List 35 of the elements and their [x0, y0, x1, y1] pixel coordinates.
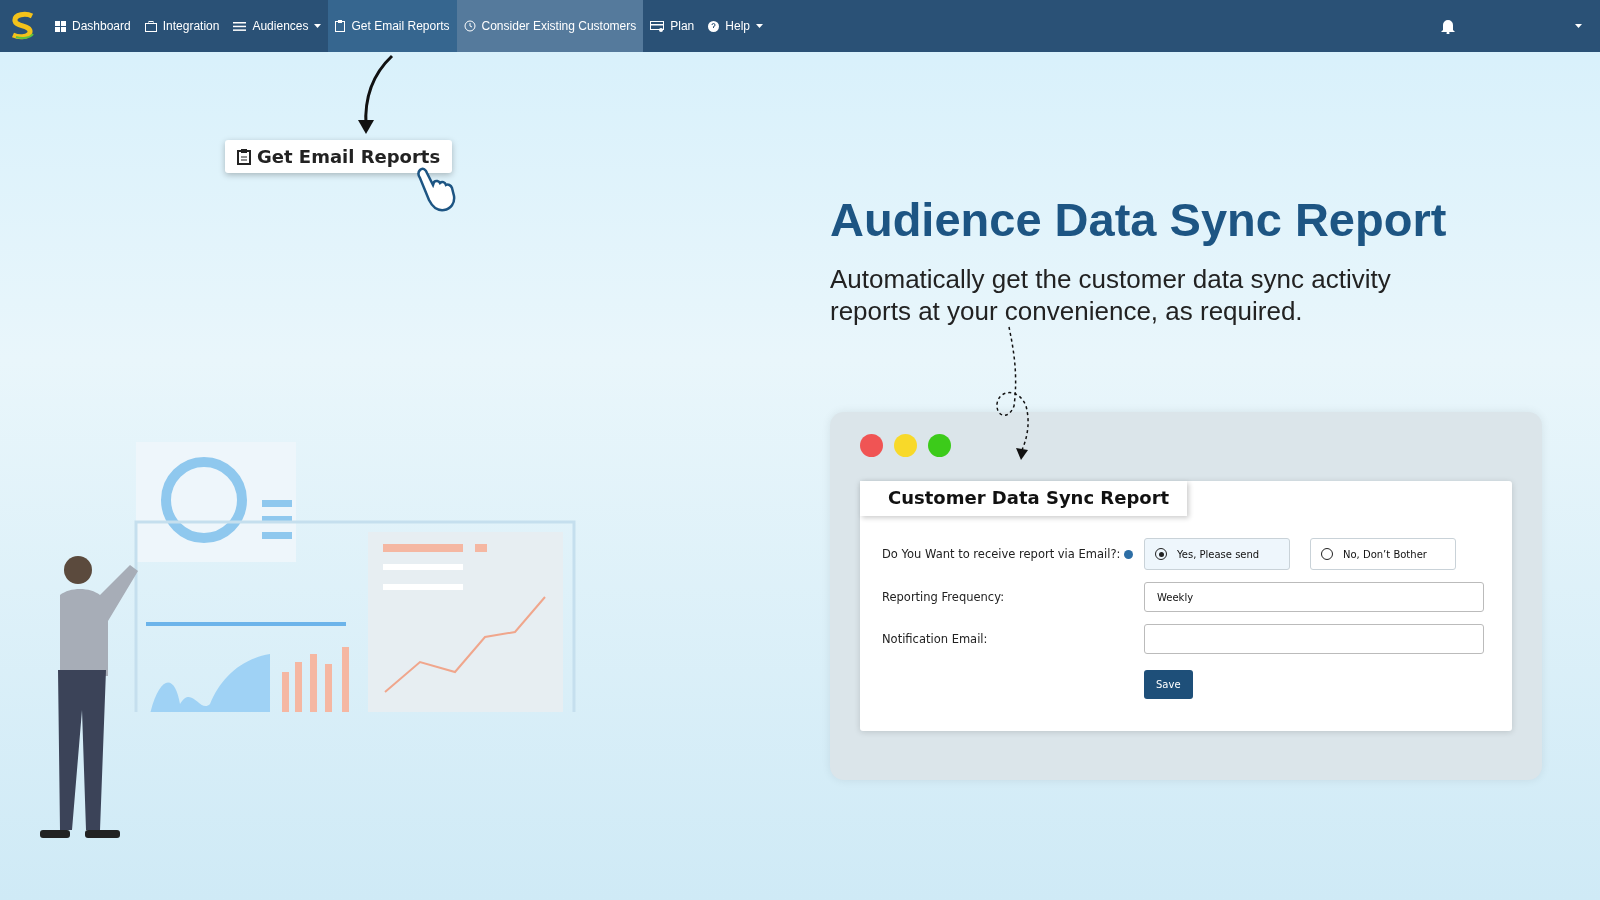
nav-item[interactable]: Help	[701, 0, 770, 52]
nav-item[interactable]: Plan	[643, 0, 702, 52]
nav-item[interactable]: Consider Existing Customers	[456, 0, 644, 52]
briefcase-icon	[144, 20, 157, 32]
clipboard-icon	[237, 148, 251, 165]
nav-item[interactable]: Audiences	[226, 0, 329, 52]
minimize-dot	[894, 434, 917, 457]
caret-icon[interactable]	[1575, 24, 1582, 28]
input-field[interactable]	[1144, 624, 1484, 654]
bell-icon[interactable]	[1441, 18, 1455, 34]
caret-icon	[756, 24, 763, 28]
maximize-dot	[928, 434, 951, 457]
caret-icon	[314, 24, 322, 28]
card-title: Customer Data Sync Report	[860, 481, 1188, 516]
nav-item[interactable]: Dashboard	[48, 0, 138, 52]
radio-option[interactable]: Yes, Please send	[1144, 538, 1290, 570]
dashboard-icon	[55, 20, 66, 32]
field-label: Do You Want to receive report via Email?:	[882, 547, 1121, 561]
list-icon	[233, 21, 247, 31]
close-dot	[860, 434, 883, 457]
card-icon	[650, 20, 665, 32]
info-icon	[1124, 549, 1134, 559]
field-label: Notification Email:	[882, 632, 989, 646]
field-label: Reporting Frequency:	[882, 590, 1005, 604]
input-field[interactable]: Weekly	[1144, 582, 1484, 612]
hero-title: Audience Data Sync Report	[830, 192, 1448, 247]
get-email-reports-button[interactable]: Get Email Reports	[225, 140, 453, 173]
help-icon	[708, 20, 720, 32]
history-icon	[463, 20, 476, 32]
radio-option[interactable]: No, Don’t Bother	[1310, 538, 1456, 570]
hero-subtitle: Automatically get the customer data sync activity reports at your convenience, as required.	[830, 263, 1392, 327]
nav-item[interactable]: Get Email Reports	[328, 0, 457, 52]
nav-item[interactable]: Integration	[137, 0, 227, 52]
save-button[interactable]: Save	[1144, 670, 1193, 699]
clipboard-icon	[335, 20, 346, 32]
